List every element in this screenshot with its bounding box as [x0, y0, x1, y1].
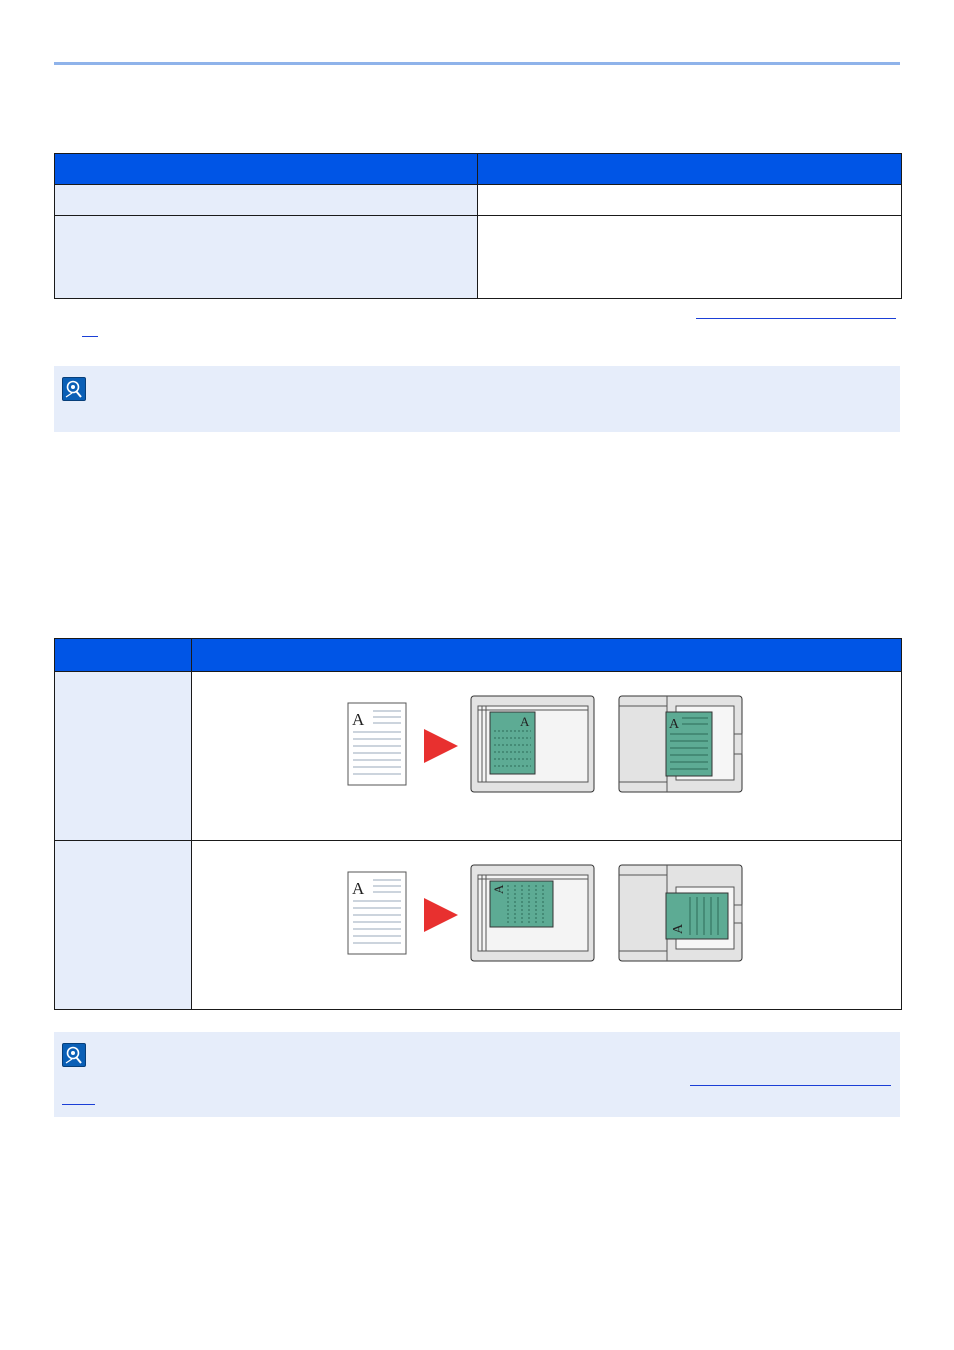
table-row [54, 215, 902, 299]
settings-table [54, 153, 902, 299]
original-document-icon: A [347, 871, 407, 955]
note-icon [62, 377, 86, 401]
table-header-item [54, 638, 192, 672]
original-letter: A [352, 710, 365, 729]
document-feeder-icon: A [618, 864, 743, 962]
row-label [54, 215, 478, 299]
table-header-description [191, 638, 902, 672]
row-label [54, 184, 478, 216]
table-header-row [54, 638, 902, 672]
platen-glass-icon: A [470, 864, 595, 962]
feeder-letter: A [669, 717, 680, 732]
note-box [54, 1032, 900, 1117]
feeder-letter: A [671, 923, 686, 934]
row-value [477, 184, 902, 216]
glass-letter: A [491, 884, 506, 894]
table-row [54, 184, 902, 216]
table-header-description [477, 153, 902, 185]
orientation-figure-top-edge: A A A [347, 695, 743, 793]
arrow-icon [424, 898, 458, 932]
note-box [54, 366, 900, 432]
row-label [54, 840, 192, 1010]
note-icon [62, 1043, 86, 1067]
glass-letter: A [520, 714, 530, 729]
row-label [54, 671, 192, 841]
reference-link-page[interactable] [82, 336, 98, 337]
original-letter: A [352, 879, 365, 898]
header-rule [54, 62, 900, 65]
original-document-icon: A [347, 702, 407, 786]
arrow-icon [424, 729, 458, 763]
orientation-figure-left-edge: A A A [347, 864, 743, 962]
reference-link[interactable] [696, 318, 896, 319]
table-header-item [54, 153, 478, 185]
platen-glass-icon: A [470, 695, 595, 793]
reference-link-page[interactable] [62, 1104, 95, 1105]
document-feeder-icon: A [618, 695, 743, 793]
reference-link[interactable] [690, 1085, 891, 1086]
table-header-row [54, 153, 902, 185]
row-value [477, 215, 902, 299]
